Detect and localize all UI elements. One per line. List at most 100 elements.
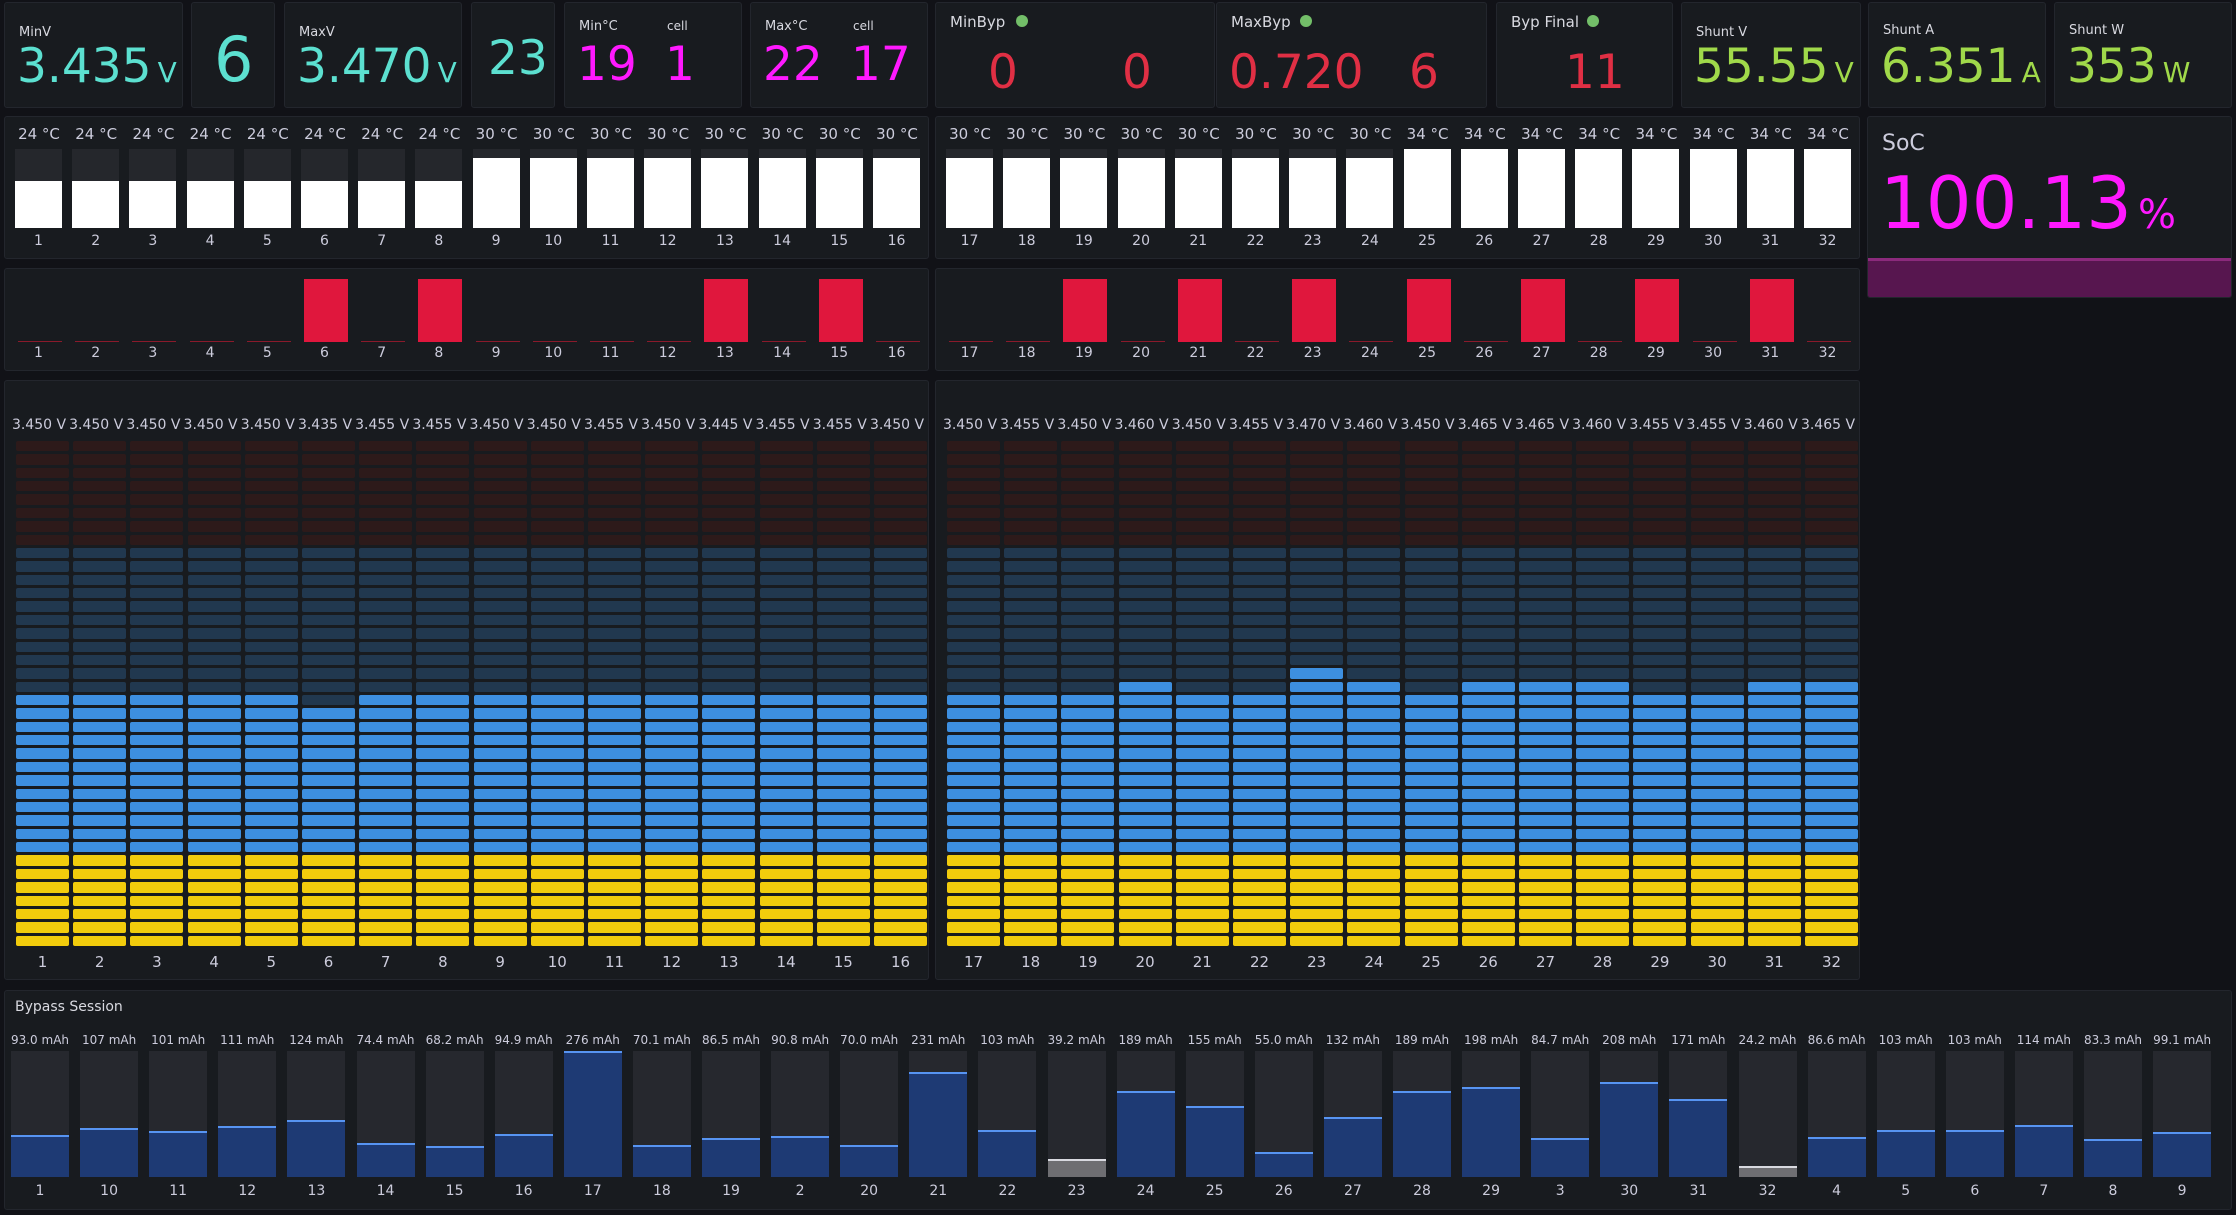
voltage-segment [1175,467,1229,479]
voltage-segment [645,775,699,786]
voltage-segment [1633,761,1687,773]
bypass-idle-line [1349,341,1394,342]
voltage-segment [130,828,184,840]
voltage-segment [1519,441,1572,452]
voltage-segment [302,882,355,893]
temperature-label: 30 °C [1120,125,1163,143]
voltage-segment [588,601,641,612]
voltage-segment [1004,801,1058,813]
voltage-segment [1290,748,1344,759]
voltage-segment [73,761,127,773]
voltage-segment [1290,681,1344,692]
voltage-segment [1118,882,1172,893]
voltage-segment [73,628,127,639]
voltage-segment [130,855,184,866]
voltage-segment [1805,882,1858,893]
voltage-segment [1519,561,1572,572]
temperature-bar [1289,158,1337,228]
maxbyp-cell: 6 [1409,45,1439,100]
voltage-segment [1233,868,1286,880]
voltage-segment [244,815,298,826]
voltage-segment [588,561,641,572]
voltage-segment [1004,614,1058,626]
voltage-segment [359,935,413,946]
bypass-value-label: 103 mAh [980,1033,1035,1047]
bypass-bar [909,1072,968,1177]
voltage-segment [130,935,184,946]
voltage-segment [130,467,184,479]
voltage-segment [1747,628,1801,639]
voltage-segment [1118,695,1172,706]
voltage-segment [1461,748,1515,759]
temperature-bar [1804,149,1851,228]
voltage-segment [1519,801,1572,813]
voltage-segment [1118,521,1172,532]
voltage-segment [1347,681,1401,692]
voltage-segment [416,614,470,626]
voltage-segment [588,908,641,920]
bypass-active-bar [1063,279,1108,342]
voltage-segment [759,788,813,799]
voltage-segment [1805,454,1858,465]
cell-label: 30 [1707,953,1727,971]
voltage-segment [1805,855,1858,866]
voltage-segment [759,494,813,505]
voltage-segment [1233,454,1286,465]
voltage-segment [874,654,927,666]
voltage-segment [302,735,355,746]
voltage-segment [1404,467,1458,479]
voltage-segment [1805,922,1858,933]
cell-label: 19 [1074,345,1093,361]
voltage-segment [530,748,584,759]
voltage-segment [645,507,699,519]
temperature-label: 34 °C [1692,125,1735,143]
voltage-segment [816,641,870,652]
voltage-segment [73,654,127,666]
temperature-bar [946,158,993,228]
voltage-segment [530,721,584,733]
voltage-segment [416,868,470,880]
voltage-segment [1118,681,1172,692]
voltage-segment [416,588,470,599]
voltage-segment [1404,454,1458,465]
voltage-segment [588,534,641,545]
voltage-segment [1633,855,1687,866]
cell-label: 32 [1818,233,1837,249]
voltage-segment [1004,721,1058,733]
temperature-label: 30 °C [590,125,632,143]
voltage-segment [759,801,813,813]
voltage-segment [302,654,355,666]
voltage-segment [588,735,641,746]
cell-label: 22 [1246,233,1265,249]
voltage-segment [359,895,413,906]
cell-label: 29 [1650,953,1670,971]
voltage-segment [530,695,584,706]
voltage-segment [759,454,813,465]
voltage-segment [645,628,699,639]
voltage-segment [359,708,413,719]
bypass-bar [149,1131,208,1177]
voltage-segment [187,882,241,893]
voltage-segment [874,935,927,946]
voltage-segment [244,561,298,572]
voltage-segment [1175,895,1229,906]
voltage-segment [759,588,813,599]
voltage-segment [1347,628,1401,639]
voltage-segment [1004,441,1058,452]
bypass-bar [840,1145,899,1177]
voltage-segment [130,601,184,612]
voltage-segment [588,588,641,599]
voltage-segment [1805,681,1858,692]
voltage-segment [1576,895,1630,906]
voltage-segment [473,494,527,505]
cell-label: 21 [1192,953,1212,971]
bypass-cell-label: 27 [1343,1183,1362,1199]
temperature-bar [1632,149,1680,228]
voltage-segment [1175,801,1229,813]
voltage-segment [759,695,813,706]
voltage-segment [130,761,184,773]
voltage-segment [244,935,298,946]
voltage-segment [16,735,69,746]
cell-label: 10 [547,953,567,971]
stat-title: Byp Final [1511,13,1580,31]
